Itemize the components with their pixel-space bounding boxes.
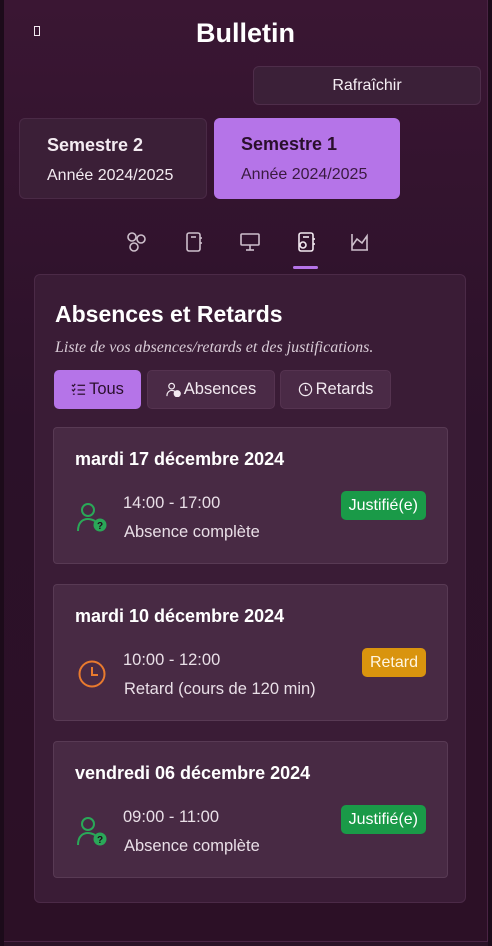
tab-notebook[interactable]: [180, 228, 208, 256]
semester-1-card[interactable]: Semestre 1 Année 2024/2025: [214, 118, 400, 199]
absences-subtitle: Liste de vos absences/retards et des jus…: [55, 339, 374, 356]
absence-entry[interactable]: vendredi 06 décembre 2024 ? 09:00 - 11:0…: [53, 741, 448, 878]
entry-time: 14:00 - 17:00: [123, 494, 221, 512]
clock-icon: [298, 382, 312, 397]
absences-card: Absences et Retards Liste de vos absence…: [34, 274, 466, 903]
justified-badge: Justifié(e): [340, 805, 426, 834]
entry-date: vendredi 06 décembre 2024: [75, 763, 311, 783]
absences-title: Absences et Retards: [55, 301, 283, 327]
filter-all-button[interactable]: Tous: [54, 370, 141, 409]
entry-description: Retard (cours de 120 min): [124, 680, 316, 698]
bulletin-panel: Bulletin Rafraîchir Semestre 2 Année 202…: [4, 0, 488, 942]
section-tabs: [4, 228, 487, 272]
tab-absences[interactable]: [292, 228, 320, 256]
filter-absences-button[interactable]: Absences: [147, 370, 275, 409]
list-icon: [71, 383, 86, 395]
entry-time: 09:00 - 11:00: [123, 808, 220, 826]
semester-year: Année 2024/2025: [241, 166, 368, 183]
refresh-button[interactable]: Rafraîchir: [253, 66, 481, 105]
delay-clock-icon: [78, 660, 106, 688]
tab-presentation[interactable]: [236, 228, 264, 256]
delay-badge: Retard: [361, 648, 426, 677]
delay-entry[interactable]: mardi 10 décembre 2024 10:00 - 12:00 Ret…: [53, 584, 448, 721]
filter-all-label: Tous: [89, 380, 124, 398]
absences-icon: [298, 232, 315, 252]
filter-delays-button[interactable]: Retards: [280, 370, 391, 409]
chart-icon: [351, 233, 368, 251]
svg-text:?: ?: [97, 521, 103, 532]
semester-name: Semestre 2: [47, 135, 144, 155]
presentation-icon: [240, 233, 260, 251]
svg-text:?: ?: [97, 835, 103, 846]
filter-delays-label: Retards: [315, 380, 374, 398]
semester-year: Année 2024/2025: [47, 167, 174, 184]
tab-grades[interactable]: [123, 228, 151, 256]
entry-time: 10:00 - 12:00: [123, 651, 221, 669]
justified-badge: Justifié(e): [340, 491, 426, 520]
absence-person-icon: ?: [77, 817, 107, 846]
absence-entry[interactable]: mardi 17 décembre 2024 ? 14:00 - 17:00 A…: [53, 427, 448, 564]
tab-chart[interactable]: [346, 228, 374, 256]
notebook-icon: [186, 232, 202, 252]
active-tab-indicator: [293, 266, 318, 269]
absence-person-icon: ?: [77, 503, 107, 532]
entry-description: Absence complète: [124, 523, 260, 541]
semester-2-card[interactable]: Semestre 2 Année 2024/2025: [19, 118, 207, 199]
window-edge-right: [488, 0, 492, 946]
grades-icon: [127, 232, 146, 252]
semester-name: Semestre 1: [241, 134, 338, 154]
entry-date: mardi 17 décembre 2024: [75, 449, 285, 469]
page-title: Bulletin: [196, 18, 295, 48]
person-question-icon: [166, 382, 181, 397]
entry-date: mardi 10 décembre 2024: [75, 606, 285, 626]
entry-description: Absence complète: [124, 837, 260, 855]
filter-absences-label: Absences: [183, 380, 257, 398]
